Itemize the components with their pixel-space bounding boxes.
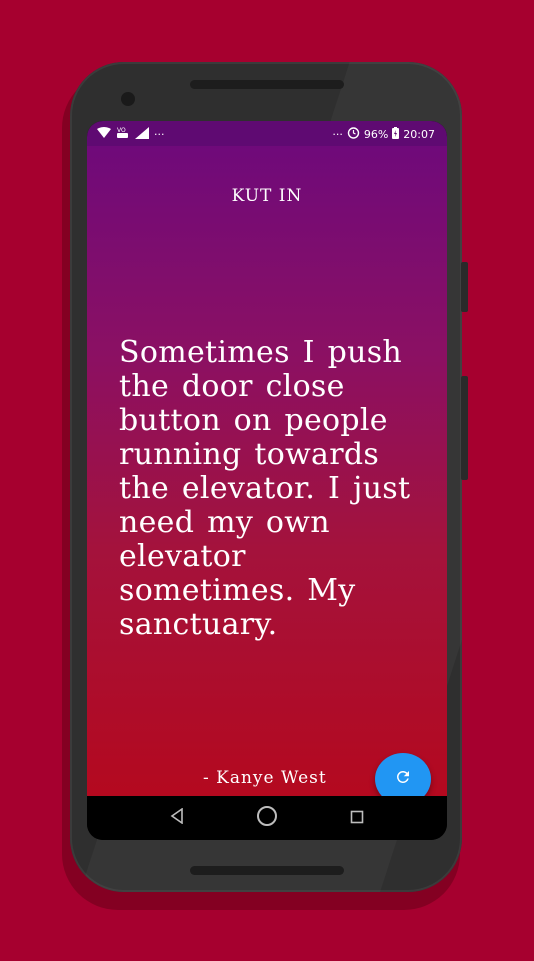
status-more-right: ··· (332, 127, 343, 141)
volte-icon: VO (116, 126, 130, 142)
clock-time: 20:07 (403, 127, 435, 141)
status-bar: VO ··· ··· 96% 20:07 (87, 121, 447, 146)
back-triangle-icon (170, 807, 184, 828)
nav-recents-button[interactable] (343, 804, 371, 832)
bottom-speaker (190, 866, 344, 875)
recents-square-icon (350, 809, 364, 828)
battery-percent: 96% (363, 127, 389, 141)
svg-text:VO: VO (117, 127, 126, 134)
app-title: KUT IN (231, 186, 303, 206)
nav-home-button[interactable] (253, 804, 281, 832)
wifi-icon (97, 127, 111, 141)
quote-text: Sometimes I push the door close button o… (119, 335, 411, 642)
nav-back-button[interactable] (163, 804, 191, 832)
home-circle-icon (256, 805, 278, 831)
quote-content-area: KUT IN Sometimes I push the door close b… (87, 146, 447, 805)
refresh-icon (394, 768, 412, 790)
status-left-icons: VO ··· (97, 126, 165, 142)
front-camera (121, 92, 135, 106)
earpiece-speaker (190, 80, 344, 89)
battery-charging-icon (392, 126, 400, 142)
system-navigation-bar (87, 796, 447, 840)
power-button (461, 262, 468, 312)
status-more-left: ··· (154, 127, 165, 141)
signal-icon (135, 126, 149, 142)
phone-screen: VO ··· ··· 96% 20:07 KUT IN Sometimes I … (87, 121, 447, 840)
quote-author: - Kanye West (203, 768, 327, 788)
status-right-icons: ··· 96% 20:07 (332, 126, 435, 142)
volume-button (461, 376, 468, 480)
alarm-icon (347, 126, 360, 142)
